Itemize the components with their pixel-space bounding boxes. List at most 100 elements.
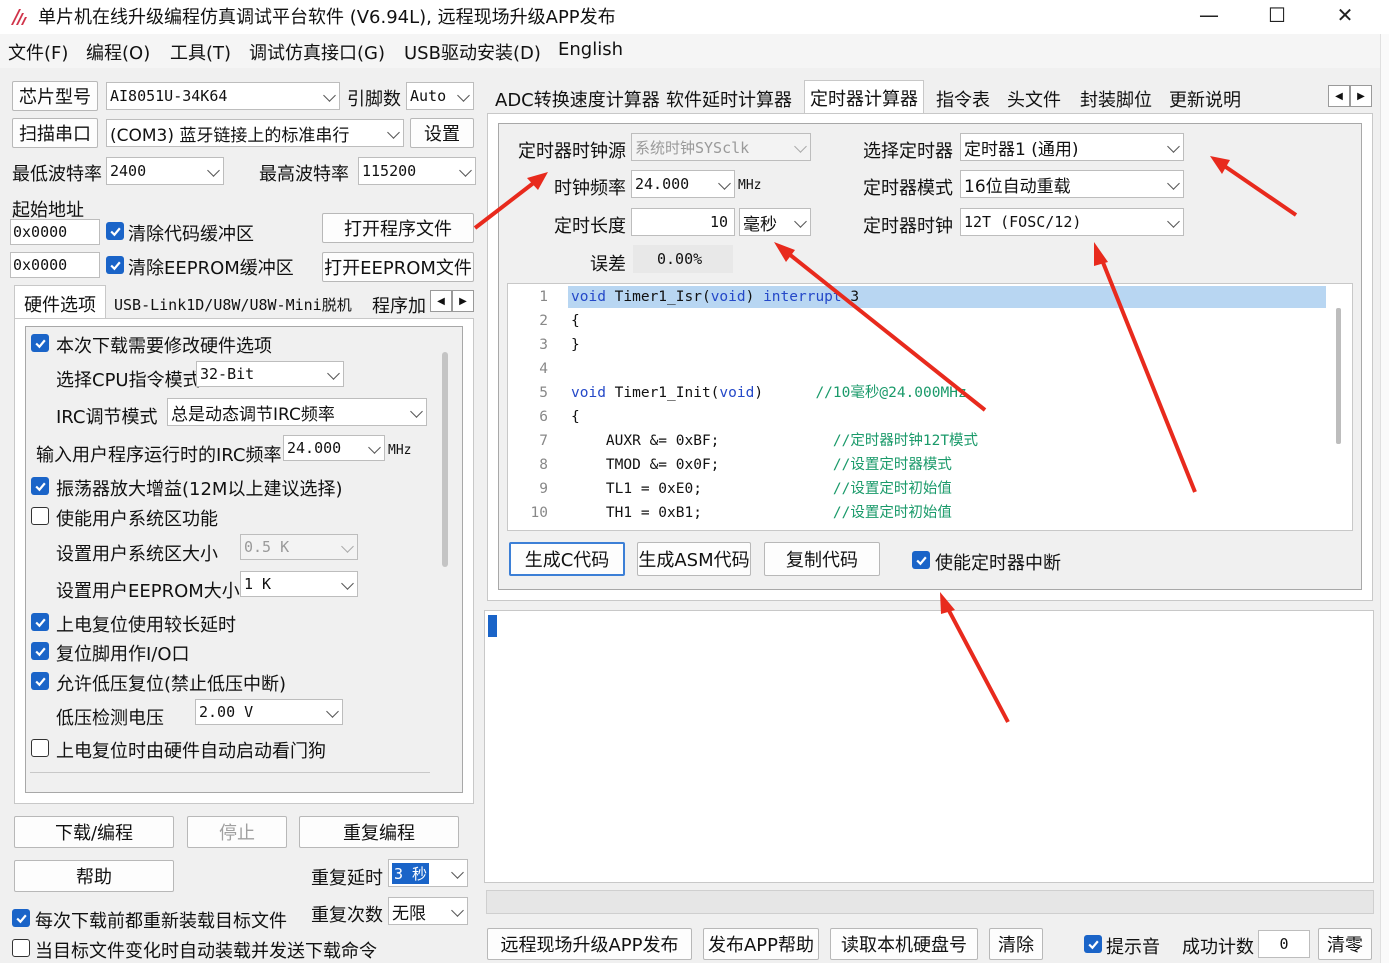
- tab-usb-link-offline[interactable]: USB-Link1D/U8W/U8W-Mini脱机: [108, 290, 363, 318]
- irc-frequency-value: 24.000: [287, 439, 342, 457]
- timer-mode-select[interactable]: 16位自动重载: [960, 170, 1184, 198]
- code-start-address-input[interactable]: 0x0000: [10, 219, 100, 245]
- low-voltage-detect-select[interactable]: 2.00 V: [195, 699, 343, 725]
- tab-instruction-table[interactable]: 指令表: [931, 84, 995, 114]
- read-disk-id-button[interactable]: 读取本机硬盘号: [830, 928, 978, 960]
- close-button[interactable]: ✕: [1311, 0, 1379, 30]
- success-count-label: 成功计数: [1182, 937, 1254, 958]
- line-code: {: [571, 406, 580, 430]
- repeat-count-select[interactable]: 无限: [388, 897, 468, 925]
- clear-button[interactable]: 清除: [989, 928, 1043, 960]
- modify-hw-checkbox[interactable]: [31, 334, 49, 352]
- tab-hardware-options[interactable]: 硬件选项: [14, 285, 106, 319]
- chevron-down-icon: [410, 405, 423, 418]
- beep-checkbox[interactable]: [1084, 935, 1102, 953]
- menu-debug[interactable]: 调试仿真接口(G): [249, 39, 385, 65]
- repeat-delay-select[interactable]: 3 秒: [388, 859, 468, 887]
- tab-program-load[interactable]: 程序加: [372, 292, 428, 318]
- timer-clock-source-value: 系统时钟SYSclk: [635, 138, 750, 157]
- code-editor[interactable]: 1 void Timer1_Isr(void) interrupt 3 2{3} 4 5…: [507, 283, 1353, 531]
- open-eeprom-file-button[interactable]: 打开EEPROM文件: [322, 252, 474, 282]
- chip-type-button[interactable]: 芯片型号: [12, 81, 98, 111]
- osc-gain-checkbox[interactable]: [31, 477, 49, 495]
- menu-usb-driver[interactable]: USB驱动安装(D): [404, 39, 541, 65]
- scan-port-button[interactable]: 扫描串口: [12, 118, 98, 148]
- enable-timer-interrupt-checkbox[interactable]: [912, 551, 930, 569]
- right-tab-scroll-left-button[interactable]: ◀: [1328, 85, 1350, 107]
- long-reset-delay-checkbox[interactable]: [31, 613, 49, 631]
- cpu-mode-select[interactable]: 32-Bit: [196, 361, 344, 387]
- clear-code-checkbox[interactable]: [106, 222, 124, 240]
- chip-type-value: AI8051U-34K64: [110, 87, 228, 105]
- eeprom-start-address-input[interactable]: 0x0000: [10, 252, 100, 278]
- reset-count-button[interactable]: 清零: [1318, 928, 1372, 960]
- open-program-file-button[interactable]: 打开程序文件: [322, 213, 474, 243]
- tab-package-pins[interactable]: 封装脚位: [1075, 84, 1157, 114]
- timer-length-input[interactable]: 10: [631, 208, 735, 236]
- line-code: AUXR &= 0xBF; //定时器时钟12T模式: [571, 430, 978, 454]
- repeat-program-button[interactable]: 重复编程: [299, 816, 459, 848]
- code-comment: //定时器时钟12T模式: [832, 433, 979, 449]
- clock-frequency-select[interactable]: 24.000: [631, 170, 735, 198]
- generate-asm-code-button[interactable]: 生成ASM代码: [637, 542, 751, 576]
- copy-code-button[interactable]: 复制代码: [764, 542, 880, 576]
- reload-before-download-checkbox[interactable]: [12, 909, 30, 927]
- hw-scrollbar[interactable]: [442, 352, 448, 567]
- tab-adc-calculator[interactable]: ADC转换速度计算器: [490, 84, 665, 114]
- tab-scroll-right-button[interactable]: ▶: [452, 290, 474, 312]
- tab-software-delay[interactable]: 软件延时计算器: [661, 84, 797, 114]
- user-eeprom-size-select[interactable]: 1 K: [240, 571, 358, 597]
- right-tab-scroll-right-button[interactable]: ▶: [1350, 85, 1372, 107]
- tab-timer-calculator[interactable]: 定时器计算器: [804, 80, 924, 114]
- checkmark-icon: [915, 556, 927, 565]
- select-timer-select[interactable]: 定时器1 (通用): [960, 133, 1184, 161]
- download-program-button[interactable]: 下载/编程: [14, 816, 174, 848]
- irc-frequency-select[interactable]: 24.000: [283, 435, 385, 461]
- log-output[interactable]: [484, 610, 1374, 883]
- low-voltage-reset-checkbox[interactable]: [31, 672, 49, 690]
- line-code: void Timer1_Isr(void) interrupt 3: [571, 286, 859, 310]
- code-text: {: [571, 409, 580, 425]
- help-button[interactable]: 帮助: [14, 860, 174, 892]
- irc-mode-select[interactable]: 总是动态调节IRC频率: [167, 398, 427, 426]
- reset-pin-io-checkbox[interactable]: [31, 642, 49, 660]
- line-number: 8: [539, 457, 548, 473]
- menu-file[interactable]: 文件(F): [8, 39, 68, 65]
- publish-app-button[interactable]: 远程现场升级APP发布: [487, 928, 692, 960]
- clear-code-label: 清除代码缓冲区: [128, 224, 254, 245]
- menu-english[interactable]: English: [558, 39, 623, 60]
- tab-changelog[interactable]: 更新说明: [1164, 84, 1246, 114]
- timer-clock-source-select[interactable]: 系统时钟SYSclk: [631, 133, 811, 161]
- user-system-size-select[interactable]: 0.5 K: [240, 534, 358, 560]
- max-baud-select[interactable]: 115200: [358, 157, 476, 185]
- timer-clock-select[interactable]: 12T (FOSC/12): [960, 208, 1184, 236]
- generate-c-code-button[interactable]: 生成C代码: [509, 542, 625, 576]
- settings-button[interactable]: 设置: [410, 118, 474, 148]
- menu-tools[interactable]: 工具(T): [170, 39, 231, 65]
- chevron-down-icon: [451, 866, 464, 879]
- watchdog-checkbox[interactable]: [31, 739, 49, 757]
- timer-clock-label: 定时器时钟: [863, 216, 953, 237]
- line-code: TH1 = 0xB1; //设置定时初始值: [571, 502, 952, 526]
- maximize-button[interactable]: ☐: [1243, 0, 1311, 30]
- menu-program[interactable]: 编程(O): [86, 39, 150, 65]
- code-text: AUXR &= 0xBF;: [571, 433, 833, 449]
- stop-button[interactable]: 停止: [187, 816, 287, 848]
- clear-eeprom-checkbox[interactable]: [106, 256, 124, 274]
- publish-app-help-button[interactable]: 发布APP帮助: [703, 928, 819, 960]
- port-select[interactable]: (COM3) 蓝牙链接上的标准串行: [106, 119, 404, 147]
- chip-type-select[interactable]: AI8051U-34K64: [106, 82, 340, 110]
- code-keyword: void: [719, 385, 755, 401]
- min-baud-select[interactable]: 2400: [106, 157, 224, 185]
- auto-load-checkbox[interactable]: [12, 939, 30, 957]
- timer-length-unit-select[interactable]: 毫秒: [739, 208, 811, 236]
- code-scrollbar[interactable]: [1336, 308, 1341, 444]
- tab-header-file[interactable]: 头文件: [1002, 84, 1066, 114]
- user-system-area-checkbox[interactable]: [31, 507, 49, 525]
- chevron-down-icon: [368, 441, 381, 454]
- window-title: 单片机在线升级编程仿真调试平台软件 (V6.94L), 远程现场升级APP发布: [38, 7, 616, 28]
- minimize-button[interactable]: —: [1175, 0, 1243, 30]
- pin-count-select[interactable]: Auto: [406, 82, 474, 110]
- tab-scroll-left-button[interactable]: ◀: [430, 290, 452, 312]
- repeat-count-value: 无限: [392, 903, 426, 924]
